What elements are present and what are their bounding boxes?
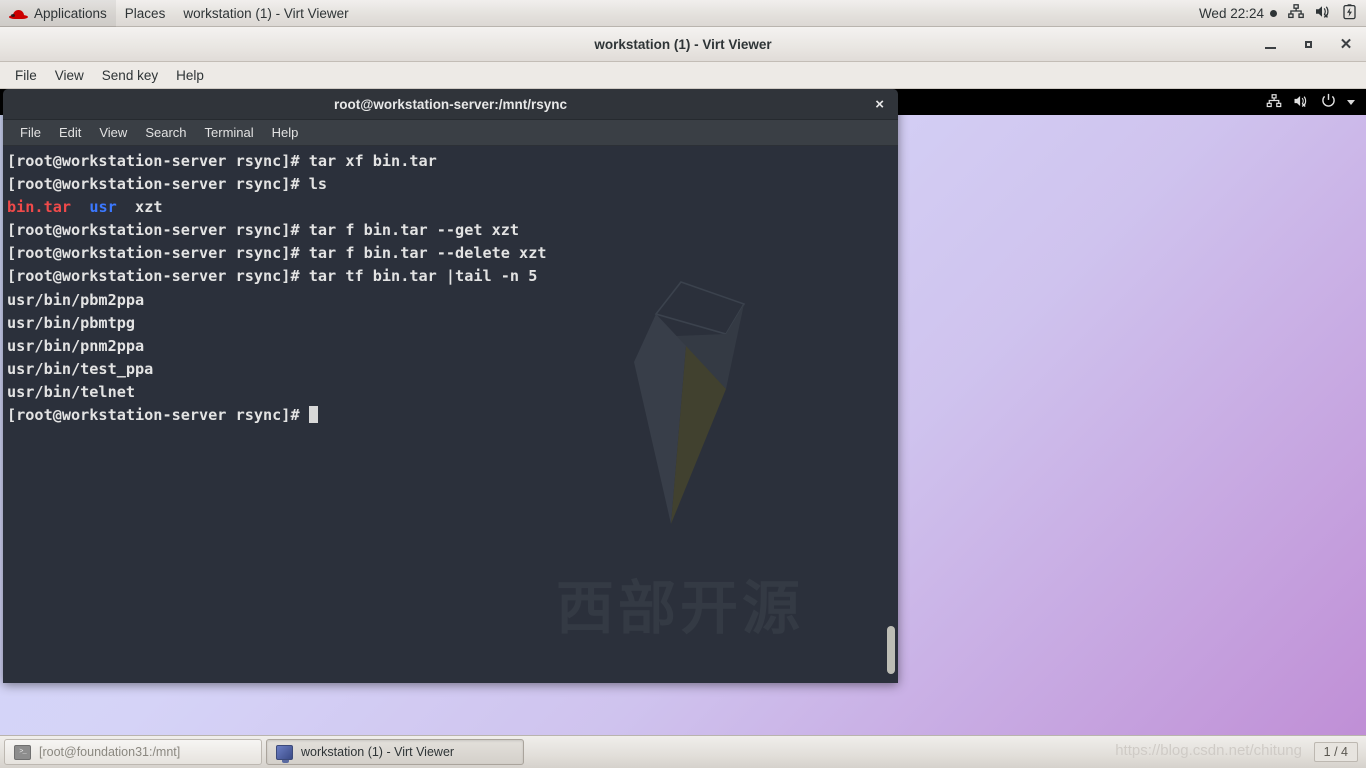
taskbar-item-label: [root@foundation31:/mnt]	[39, 745, 181, 759]
terminal-cursor	[308, 406, 318, 424]
terminal-ls-entry: usr	[89, 198, 117, 217]
menu-send-key[interactable]: Send key	[93, 65, 167, 86]
terminal-window: root@workstation-server:/mnt/rsync × Fil…	[3, 89, 898, 683]
terminal-output-line: usr/bin/test_ppa	[7, 359, 154, 378]
terminal-line: [root@workstation-server rsync]#	[7, 404, 898, 427]
terminal-line: [root@workstation-server rsync]# tar xf …	[7, 150, 898, 173]
terminal-line: usr/bin/test_ppa	[7, 358, 898, 381]
battery-icon[interactable]	[1343, 3, 1356, 23]
close-button[interactable]: ✕	[1338, 36, 1354, 52]
terminal-command	[300, 406, 309, 424]
applications-menu-label: Applications	[34, 5, 107, 21]
notification-dot-icon	[1270, 9, 1277, 17]
host-window-title-item[interactable]: workstation (1) - Virt Viewer	[174, 0, 357, 27]
menu-help[interactable]: Help	[167, 65, 213, 86]
host-panel-right: Wed 22:24	[1199, 3, 1366, 23]
host-clock[interactable]: Wed 22:24	[1199, 6, 1277, 21]
places-menu-label: Places	[124, 5, 166, 21]
terminal-output-line: usr/bin/pbmtpg	[7, 313, 136, 332]
power-icon[interactable]	[1321, 93, 1336, 111]
network-icon[interactable]	[1288, 4, 1304, 22]
watermark-text: 西部开源	[556, 574, 805, 642]
minimize-button[interactable]	[1262, 36, 1278, 52]
volume-muted-icon[interactable]	[1315, 4, 1332, 22]
terminal-line: usr/bin/pbmtpg	[7, 312, 898, 335]
terminal-command: tar f bin.tar --delete xzt	[299, 244, 547, 263]
terminal-command: tar tf bin.tar |tail -n 5	[299, 267, 538, 286]
virt-viewer-window: workstation (1) - Virt Viewer ✕ File Vie…	[0, 27, 1366, 735]
terminal-output: [root@workstation-server rsync]# tar xf …	[7, 150, 898, 427]
host-top-panel: Applications Places workstation (1) - Vi…	[0, 0, 1366, 27]
host-taskbar: >_ [root@foundation31:/mnt] workstation …	[0, 735, 1366, 768]
virt-viewer-menubar: File View Send key Help	[0, 62, 1366, 89]
terminal-prompt: [root@workstation-server rsync]#	[7, 406, 300, 425]
terminal-command: tar xf bin.tar	[299, 152, 437, 170]
terminal-menu-help[interactable]: Help	[263, 122, 308, 143]
volume-muted-icon[interactable]	[1293, 94, 1310, 111]
monitor-icon	[276, 744, 293, 763]
terminal-output-line: usr/bin/telnet	[7, 382, 136, 401]
terminal-scrollbar-thumb[interactable]	[887, 626, 895, 674]
terminal-output-line: usr/bin/pbm2ppa	[7, 290, 145, 309]
terminal-line: bin.tar usr xzt	[7, 196, 898, 219]
terminal-ls-entry: xzt	[135, 198, 163, 217]
maximize-button[interactable]	[1300, 36, 1316, 52]
virt-viewer-title: workstation (1) - Virt Viewer	[594, 36, 772, 52]
network-icon[interactable]	[1266, 93, 1282, 111]
terminal-prompt: [root@workstation-server rsync]#	[7, 152, 300, 170]
terminal-scrollbar[interactable]	[884, 146, 898, 683]
host-clock-label: Wed 22:24	[1198, 5, 1264, 21]
terminal-menu-search[interactable]: Search	[136, 122, 195, 143]
taskbar-item-foundation-terminal[interactable]: >_ [root@foundation31:/mnt]	[4, 739, 262, 765]
applications-menu[interactable]: Applications	[0, 0, 116, 27]
terminal-prompt: [root@workstation-server rsync]#	[7, 267, 300, 286]
terminal-line: [root@workstation-server rsync]# tar f b…	[7, 242, 898, 265]
taskbar-item-virt-viewer[interactable]: workstation (1) - Virt Viewer	[266, 739, 524, 765]
terminal-titlebar[interactable]: root@workstation-server:/mnt/rsync ×	[3, 89, 898, 120]
taskbar-right: https://blog.csdn.net/chitung 1 / 4	[1115, 742, 1362, 762]
terminal-menu-view[interactable]: View	[90, 122, 136, 143]
terminal-line: [root@workstation-server rsync]# tar tf …	[7, 265, 898, 288]
menu-view[interactable]: View	[46, 65, 93, 86]
virt-viewer-window-buttons: ✕	[1262, 36, 1366, 52]
terminal-line: usr/bin/telnet	[7, 381, 898, 404]
terminal-prompt: [root@workstation-server rsync]#	[7, 175, 300, 194]
terminal-line: [root@workstation-server rsync]# ls	[7, 173, 898, 196]
vm-viewport[interactable]: Activities >_ Terminal Wed 22:24	[0, 89, 1366, 735]
taskbar-item-label: workstation (1) - Virt Viewer	[301, 745, 455, 759]
terminal-menu-terminal[interactable]: Terminal	[196, 122, 263, 143]
terminal-command: ls	[299, 175, 328, 194]
terminal-close-icon[interactable]: ×	[875, 97, 884, 112]
terminal-icon: >_	[14, 744, 31, 760]
menu-file[interactable]: File	[6, 65, 46, 86]
terminal-menubar: File Edit View Search Terminal Help	[3, 120, 898, 146]
vm-system-tray	[1266, 93, 1366, 111]
host-window-title-label: workstation (1) - Virt Viewer	[183, 5, 349, 21]
places-menu[interactable]: Places	[116, 0, 175, 27]
terminal-menu-edit[interactable]: Edit	[50, 122, 90, 143]
terminal-output-line: usr/bin/pnm2ppa	[7, 336, 145, 355]
chevron-down-icon[interactable]	[1347, 99, 1355, 105]
terminal-prompt: [root@workstation-server rsync]#	[7, 221, 300, 240]
csdn-watermark: https://blog.csdn.net/chitung	[1115, 742, 1302, 759]
terminal-line: usr/bin/pbm2ppa	[7, 289, 898, 312]
redhat-logo-icon	[9, 7, 28, 20]
terminal-prompt: [root@workstation-server rsync]#	[7, 244, 300, 263]
terminal-body[interactable]: 西部开源 [root@workstation-server rsync]# ta…	[3, 146, 898, 683]
workspace-switcher[interactable]: 1 / 4	[1313, 742, 1358, 762]
terminal-title: root@workstation-server:/mnt/rsync	[334, 96, 567, 112]
terminal-line: [root@workstation-server rsync]# tar f b…	[7, 219, 898, 242]
terminal-menu-file[interactable]: File	[11, 122, 50, 143]
terminal-line: usr/bin/pnm2ppa	[7, 335, 898, 358]
terminal-command: tar f bin.tar --get xzt	[299, 221, 520, 240]
terminal-ls-entry: bin.tar	[7, 198, 72, 217]
virt-viewer-titlebar[interactable]: workstation (1) - Virt Viewer ✕	[0, 27, 1366, 62]
